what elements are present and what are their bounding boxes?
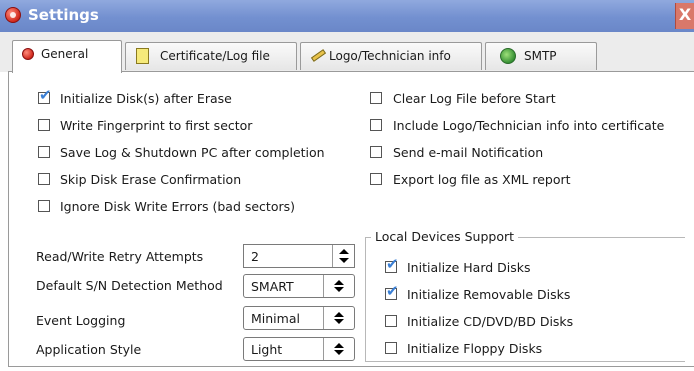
checkmark-icon: ✔ [386,255,399,273]
sn-detection-select[interactable]: SMART [243,274,355,298]
checkbox[interactable] [385,342,397,354]
app-style-select[interactable]: Light [243,337,355,361]
option-label: Export log file as XML report [393,172,571,187]
checkbox[interactable] [38,173,50,185]
spin-down-icon[interactable] [339,258,349,263]
event-logging-value: Minimal [251,311,300,326]
option-label: Clear Log File before Start [393,91,556,106]
checkbox[interactable] [370,146,382,158]
select-down-icon [334,319,344,324]
close-button[interactable]: X [675,3,694,29]
device-label: Initialize CD/DVD/BD Disks [407,314,574,329]
sn-detection-value: SMART [251,279,294,294]
checkbox[interactable] [370,92,382,104]
option-label: Include Logo/Technician info into certif… [393,118,665,133]
shield-logo-icon [22,48,34,60]
local-devices-title: Local Devices Support [371,229,519,244]
device-label: Initialize Hard Disks [407,260,531,275]
tab-smtp[interactable]: SMTP [485,42,597,70]
retry-attempts-label: Read/Write Retry Attempts [36,249,204,264]
app-style-label: Application Style [36,342,142,357]
select-up-icon [334,343,344,348]
dropdown-button[interactable] [323,275,354,297]
checkbox[interactable] [385,315,397,327]
document-icon [136,48,149,64]
pen-icon [310,49,327,62]
option-label: Save Log & Shutdown PC after completion [60,145,325,160]
tab-logo-technician-label: Logo/Technician info [329,49,451,63]
option-label: Write Fingerprint to first sector [60,118,253,133]
checkbox[interactable] [370,173,382,185]
tab-certificate-log[interactable]: Certificate/Log file [125,42,297,70]
checkmark-icon: ✔ [39,86,52,104]
tab-general-label: General [41,47,89,61]
title-bar: Settings X [0,0,694,32]
option-label: Ignore Disk Write Errors (bad sectors) [60,199,296,214]
checkbox[interactable] [38,146,50,158]
option-label: Skip Disk Erase Confirmation [60,172,242,187]
select-down-icon [334,350,344,355]
spinner-buttons[interactable] [332,245,354,267]
checkbox[interactable] [38,200,50,212]
tab-general[interactable]: General [12,40,122,73]
dropdown-button[interactable] [323,338,354,360]
event-logging-label: Event Logging [36,313,126,328]
window-title: Settings [28,6,99,24]
app-logo-icon [5,7,21,23]
select-down-icon [334,287,344,292]
checkbox[interactable] [38,119,50,131]
device-label: Initialize Floppy Disks [407,341,543,356]
option-label: Initialize Disk(s) after Erase [60,91,232,106]
email-icon [500,48,516,64]
checkbox[interactable] [370,119,382,131]
retry-attempts-spinner[interactable]: 2 [243,244,355,268]
tab-smtp-label: SMTP [524,49,557,63]
select-up-icon [334,312,344,317]
event-logging-select[interactable]: Minimal [243,306,355,330]
tab-certificate-log-label: Certificate/Log file [160,49,270,63]
tab-logo-technician[interactable]: Logo/Technician info [300,42,482,70]
spin-up-icon[interactable] [339,249,349,254]
app-style-value: Light [251,342,283,357]
sn-detection-label: Default S/N Detection Method [36,278,223,293]
select-up-icon [334,280,344,285]
retry-attempts-value: 2 [251,249,259,264]
checkmark-icon: ✔ [386,282,399,300]
option-label: Send e-mail Notification [393,145,544,160]
device-label: Initialize Removable Disks [407,287,571,302]
dropdown-button[interactable] [323,307,354,329]
